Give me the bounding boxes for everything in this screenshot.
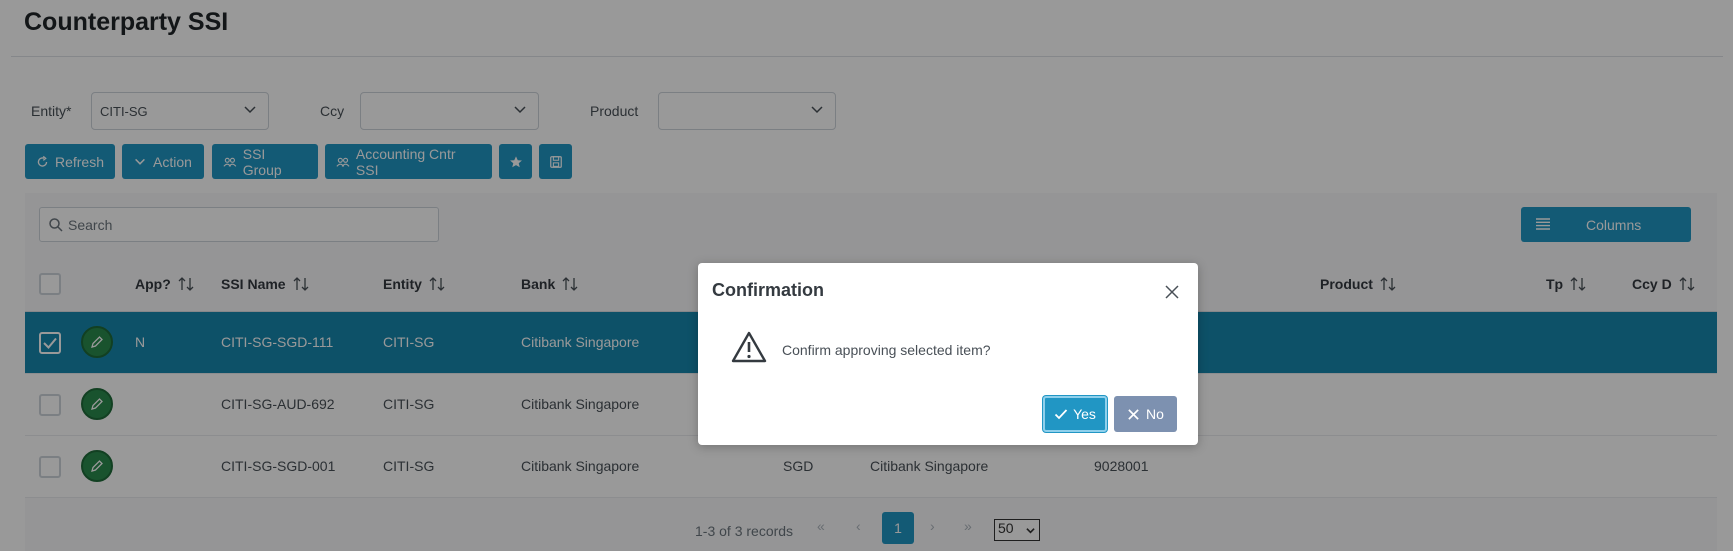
no-label: No [1146, 406, 1164, 422]
dialog-title: Confirmation [712, 280, 824, 300]
check-icon [1054, 409, 1068, 420]
yes-label: Yes [1073, 406, 1096, 422]
no-button[interactable]: No [1114, 396, 1177, 432]
warning-icon [731, 331, 767, 363]
dialog-message: Confirm approving selected item? [782, 342, 991, 358]
confirmation-dialog: Confirmation Confirm approving selected … [698, 263, 1198, 445]
yes-button[interactable]: Yes [1043, 396, 1107, 432]
close-icon[interactable] [1162, 282, 1182, 302]
close-icon [1128, 408, 1139, 420]
